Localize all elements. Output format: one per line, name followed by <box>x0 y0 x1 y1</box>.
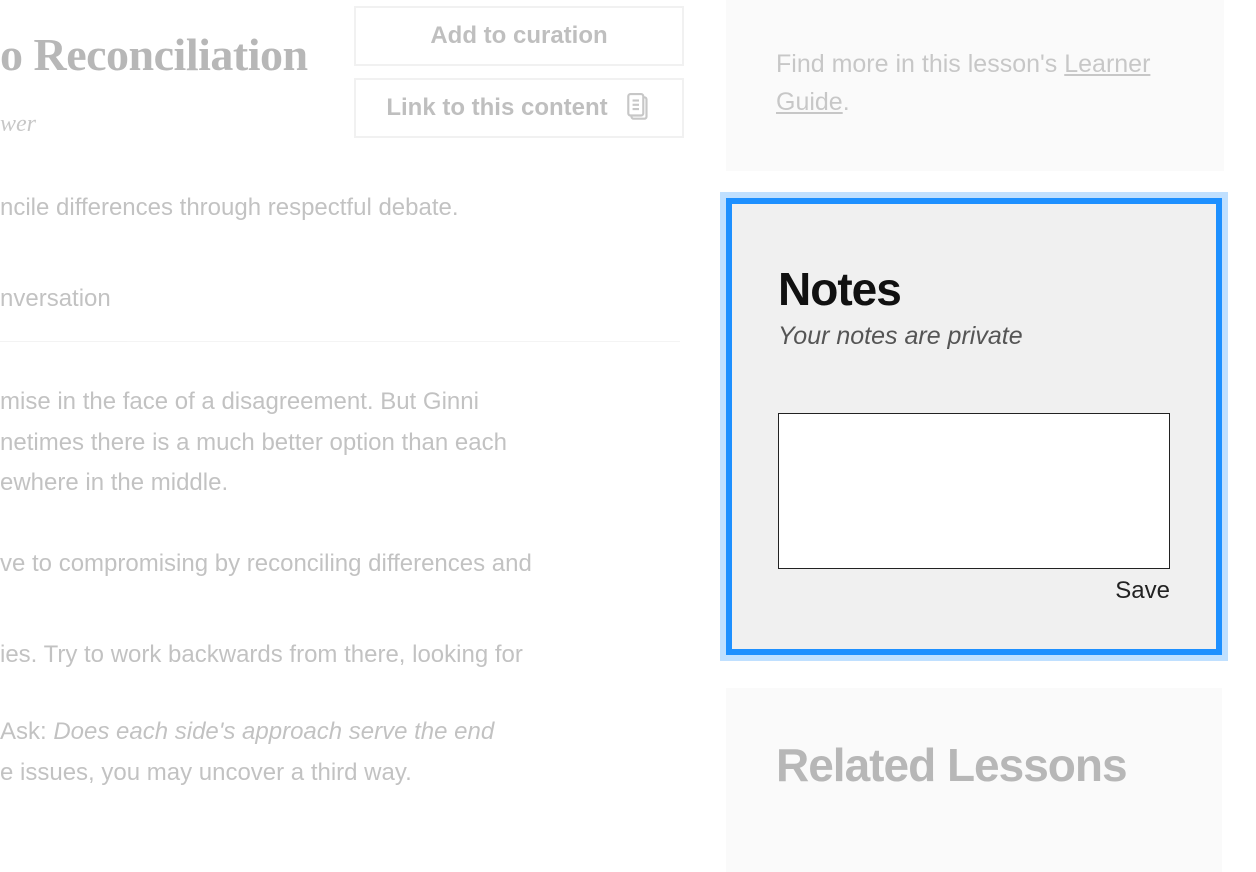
p4-italic: Does each side's approach serve the end <box>53 718 494 745</box>
paragraph-4: Ask: Does each side's approach serve the… <box>0 712 672 794</box>
paragraph-1: mise in the face of a disagreement. But … <box>0 382 672 504</box>
clipboard-icon <box>626 93 652 123</box>
divider <box>0 341 680 342</box>
add-to-curation-button[interactable]: Add to curation <box>354 6 684 66</box>
learner-guide-prefix: Find more in this lesson's <box>776 50 1064 78</box>
lead-paragraph: ncile differences through respectful deb… <box>0 188 672 229</box>
save-button[interactable]: Save <box>1115 577 1170 605</box>
p1-line1: mise in the face of a disagreement. But … <box>0 388 479 415</box>
paragraph-2: ve to compromising by reconciling differ… <box>0 544 672 585</box>
paragraph-3: ies. Try to work backwards from there, l… <box>0 635 672 676</box>
link-to-content-button[interactable]: Link to this content <box>354 78 684 138</box>
link-to-content-label: Link to this content <box>386 94 607 122</box>
p1-line2: netimes there is a much better option th… <box>0 429 507 456</box>
p1-line3: ewhere in the middle. <box>0 469 228 496</box>
related-lessons-title: Related Lessons <box>776 738 1172 792</box>
p4-prefix: Ask: <box>0 718 53 745</box>
notes-subtitle: Your notes are private <box>778 322 1170 351</box>
subheading: nversation <box>0 285 672 313</box>
learner-guide-panel: Find more in this lesson's Learner Guide… <box>726 0 1224 171</box>
notes-title: Notes <box>778 262 1170 316</box>
learner-guide-suffix: . <box>843 88 850 116</box>
related-lessons-panel: Related Lessons <box>726 688 1222 872</box>
notes-textarea[interactable] <box>778 413 1170 569</box>
p4-line2: e issues, you may uncover a third way. <box>0 759 412 786</box>
add-to-curation-label: Add to curation <box>430 22 607 50</box>
notes-panel: Notes Your notes are private Save <box>726 198 1222 655</box>
